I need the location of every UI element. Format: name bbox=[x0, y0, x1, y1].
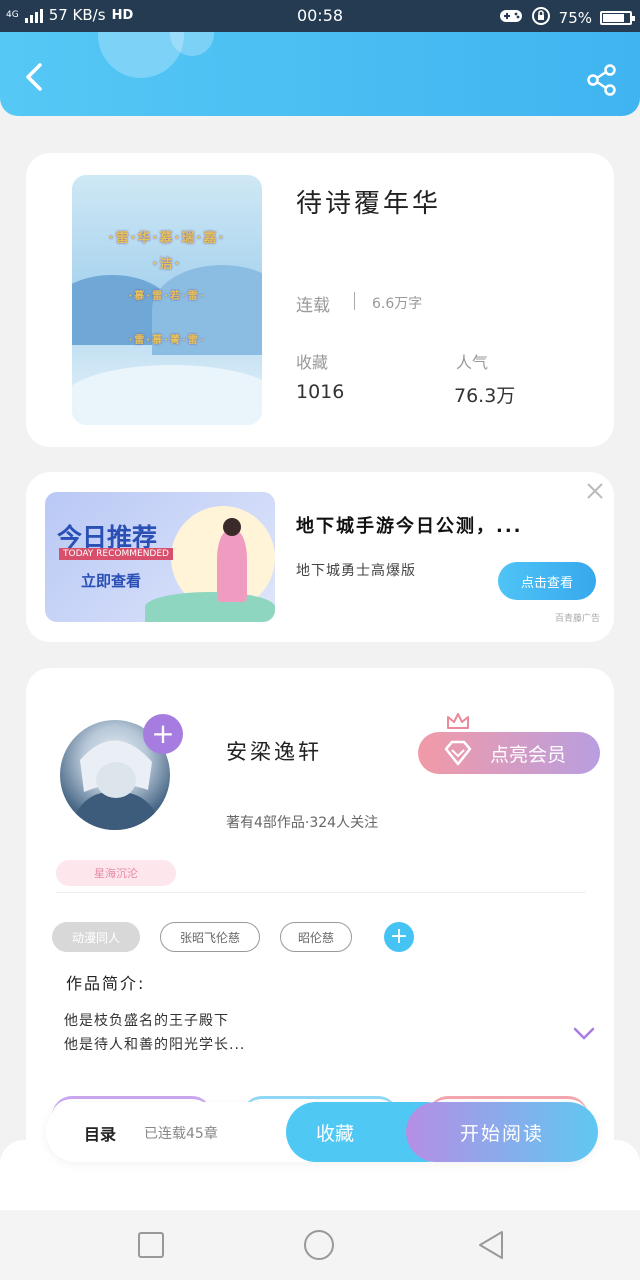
system-nav-bar bbox=[0, 1210, 640, 1280]
toc-button[interactable]: 目录 bbox=[84, 1121, 116, 1145]
popularity-label: 人气 bbox=[456, 353, 489, 372]
ad-close-button[interactable] bbox=[586, 482, 604, 500]
ad-title[interactable]: 地下城手游今日公测，... bbox=[296, 512, 523, 538]
author-name[interactable]: 安梁逸轩 bbox=[226, 736, 322, 766]
fan-badge: 星海沉沦 bbox=[56, 860, 176, 886]
intro-label: 作品简介: bbox=[66, 974, 146, 993]
ad-grass-shape bbox=[145, 592, 275, 622]
battery-icon bbox=[600, 11, 635, 25]
serial-status: 连载 bbox=[296, 296, 330, 316]
intro-text-line: 他是待人和善的阳光学长... bbox=[64, 1037, 246, 1053]
chevron-down-icon bbox=[573, 1027, 595, 1040]
tag-doujin[interactable]: 动漫同人 bbox=[52, 922, 140, 952]
top-header bbox=[0, 32, 640, 116]
book-title: 待诗覆年华 bbox=[296, 189, 442, 219]
share-icon bbox=[587, 64, 616, 96]
word-count: 6.6万字 bbox=[372, 296, 423, 312]
ad-girl-figure bbox=[217, 530, 247, 602]
home-button[interactable] bbox=[302, 1228, 336, 1262]
cover-text: ·雷·慕·菁·雷· bbox=[128, 335, 206, 346]
back-button[interactable] bbox=[20, 62, 50, 92]
crown-icon bbox=[447, 713, 469, 729]
circle-icon bbox=[304, 1230, 334, 1260]
collect-count-label: 收藏 bbox=[296, 353, 329, 372]
status-bar: 4G 57 KB/s HD 00:58 75% bbox=[0, 0, 640, 32]
status-right: 75% bbox=[499, 6, 635, 30]
popularity-value: 76.3万 bbox=[454, 385, 516, 407]
ad-card[interactable]: 今日推荐 TODAY RECOMMENDED 立即查看 地下城手游今日公测，..… bbox=[26, 472, 614, 642]
expand-intro-button[interactable] bbox=[572, 1026, 596, 1042]
collect-count-value: 1016 bbox=[296, 381, 345, 403]
intro-text-line: 他是枝负盛名的王子殿下 bbox=[64, 1013, 229, 1029]
cover-cloud bbox=[72, 365, 262, 425]
triangle-back-icon bbox=[479, 1231, 503, 1259]
recent-apps-button[interactable] bbox=[134, 1228, 168, 1262]
book-cover[interactable]: ·雷·华·慕·瑞·嘉· ·洁· ·慕·雷·若·雷· ·雷·慕·菁·雷· bbox=[72, 175, 262, 425]
gamepad-icon bbox=[499, 8, 523, 28]
square-icon bbox=[138, 1232, 164, 1258]
add-tag-button[interactable]: + bbox=[384, 922, 414, 952]
ad-image-tag: TODAY RECOMMENDED bbox=[59, 548, 173, 560]
ad-cta-button[interactable]: 点击查看 bbox=[498, 562, 596, 600]
follow-author-button[interactable]: + bbox=[143, 714, 183, 754]
nav-back-button[interactable] bbox=[474, 1228, 508, 1262]
diamond-icon bbox=[444, 740, 472, 766]
ad-image-cta: 立即查看 bbox=[81, 572, 142, 590]
chevron-left-icon bbox=[26, 63, 42, 91]
ad-image[interactable]: 今日推荐 TODAY RECOMMENDED 立即查看 bbox=[45, 492, 275, 622]
rotation-lock-icon bbox=[531, 6, 551, 30]
divider bbox=[354, 292, 355, 310]
author-meta: 著有4部作品·324人关注 bbox=[226, 815, 379, 831]
cover-text: ·雷·华·慕·瑞·嘉· bbox=[108, 231, 226, 246]
close-icon bbox=[587, 483, 603, 499]
ad-girl-head bbox=[223, 518, 241, 536]
tag-ship[interactable]: 张昭飞伦慈 bbox=[160, 922, 260, 952]
cover-text: ·慕·雷·若·雷· bbox=[128, 291, 206, 302]
book-info-card: ·雷·华·慕·瑞·嘉· ·洁· ·慕·雷·若·雷· ·雷·慕·菁·雷· 待诗覆年… bbox=[26, 153, 614, 447]
share-button[interactable] bbox=[586, 64, 618, 96]
reading-action-bar: 目录 已连载45章 收藏 开始阅读 bbox=[46, 1102, 598, 1162]
chapter-count: 已连载45章 bbox=[144, 1126, 218, 1142]
start-reading-button[interactable]: 开始阅读 bbox=[406, 1102, 598, 1162]
cover-text: ·洁· bbox=[152, 257, 182, 272]
divider bbox=[56, 892, 586, 893]
battery-percent: 75% bbox=[558, 9, 592, 27]
ad-subtitle: 地下城勇士高爆版 bbox=[296, 563, 416, 579]
tag-pair[interactable]: 昭伦慈 bbox=[280, 922, 352, 952]
ad-source: 百青藤广告 bbox=[554, 614, 600, 624]
